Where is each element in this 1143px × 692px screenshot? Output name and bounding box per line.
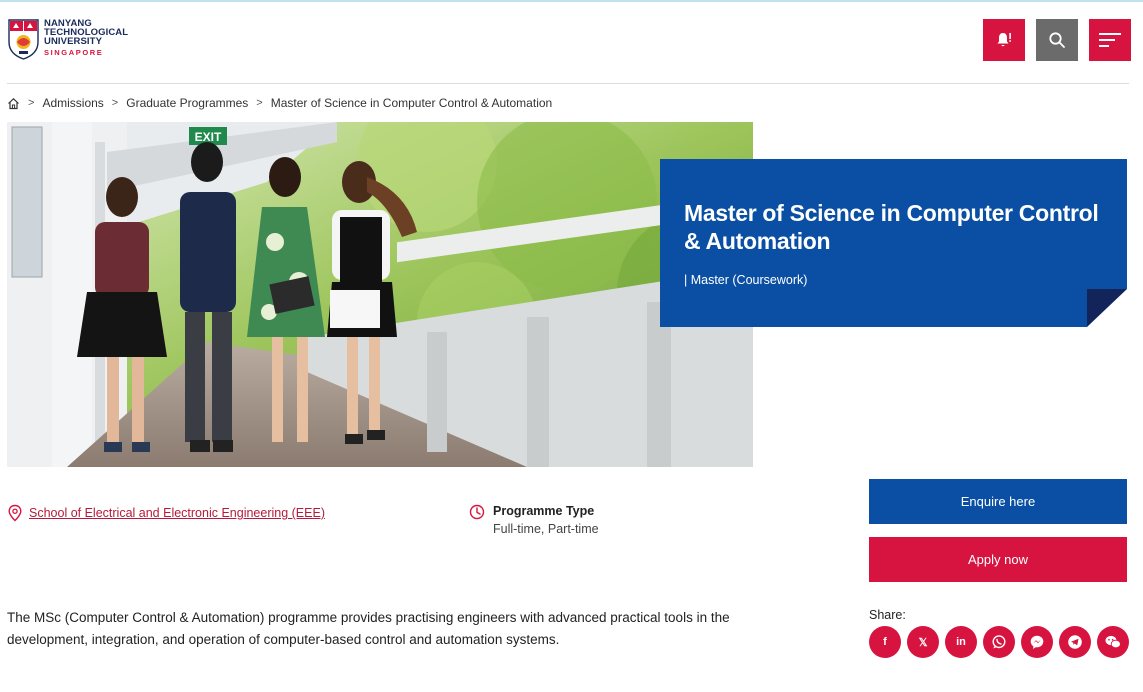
programme-type-label: Programme Type <box>493 504 595 518</box>
school-info: School of Electrical and Electronic Engi… <box>7 504 325 522</box>
programme-description: The MSc (Computer Control & Automation) … <box>7 610 730 647</box>
top-accent-line <box>0 0 1143 2</box>
page-title: Master of Science in Computer Control & … <box>684 200 1099 254</box>
whatsapp-icon <box>992 635 1006 649</box>
programme-title-card: Master of Science in Computer Control & … <box>660 159 1127 327</box>
clock-icon <box>469 504 485 520</box>
wechat-icon <box>1105 635 1121 649</box>
corner-fold-decoration <box>1087 289 1127 327</box>
programme-type-value: Full-time, Part-time <box>493 522 599 536</box>
search-button[interactable] <box>1036 19 1078 61</box>
share-label: Share: <box>869 608 906 622</box>
search-icon <box>1049 32 1065 48</box>
breadcrumb-current: Master of Science in Computer Control & … <box>270 96 553 110</box>
whatsapp-share-button[interactable] <box>983 626 1015 658</box>
school-link[interactable]: School of Electrical and Electronic Engi… <box>29 506 325 520</box>
logo-line-3: UNIVERSITY <box>44 36 103 47</box>
apply-now-button[interactable]: Apply now <box>869 537 1127 582</box>
hamburger-menu-icon <box>1099 33 1121 47</box>
programme-level: | Master (Coursework) <box>684 273 808 287</box>
logo-line-4: SINGAPORE <box>44 48 104 57</box>
header-divider <box>7 83 1129 84</box>
x-share-button[interactable]: 𝕏 <box>907 626 939 658</box>
exit-sign-text: EXIT <box>195 130 222 144</box>
enquire-button[interactable]: Enquire here <box>869 479 1127 524</box>
hero-image: EXIT <box>7 122 753 467</box>
breadcrumb-separator: > <box>28 97 35 109</box>
breadcrumb-graduate-programmes[interactable]: Graduate Programmes <box>126 96 248 110</box>
programme-type: Programme Type Full-time, Part-time <box>469 504 599 536</box>
breadcrumb-admissions[interactable]: Admissions <box>42 96 103 110</box>
x-icon: 𝕏 <box>918 636 928 649</box>
home-icon[interactable] <box>7 97 20 110</box>
telegram-share-button[interactable] <box>1059 626 1091 658</box>
telegram-icon <box>1068 635 1082 649</box>
location-pin-icon <box>8 504 22 522</box>
linkedin-share-button[interactable]: in <box>945 626 977 658</box>
ntu-logo[interactable]: NANYANG TECHNOLOGICAL UNIVERSITY SINGAPO… <box>7 18 128 60</box>
breadcrumb-separator: > <box>111 97 119 109</box>
share-icons: f 𝕏 in <box>869 626 1129 658</box>
messenger-icon <box>1030 635 1044 649</box>
facebook-share-button[interactable]: f <box>869 626 901 658</box>
breadcrumb: > Admissions > Graduate Programmes > Mas… <box>7 96 552 110</box>
breadcrumb-separator: > <box>256 97 263 109</box>
main-menu-button[interactable] <box>1089 19 1131 61</box>
wechat-share-button[interactable] <box>1097 626 1129 658</box>
linkedin-icon: in <box>956 636 966 648</box>
bell-alert-icon <box>997 33 1011 47</box>
facebook-icon: f <box>883 636 887 648</box>
ntu-seal-icon <box>8 19 39 60</box>
notifications-button[interactable] <box>983 19 1025 61</box>
messenger-share-button[interactable] <box>1021 626 1053 658</box>
